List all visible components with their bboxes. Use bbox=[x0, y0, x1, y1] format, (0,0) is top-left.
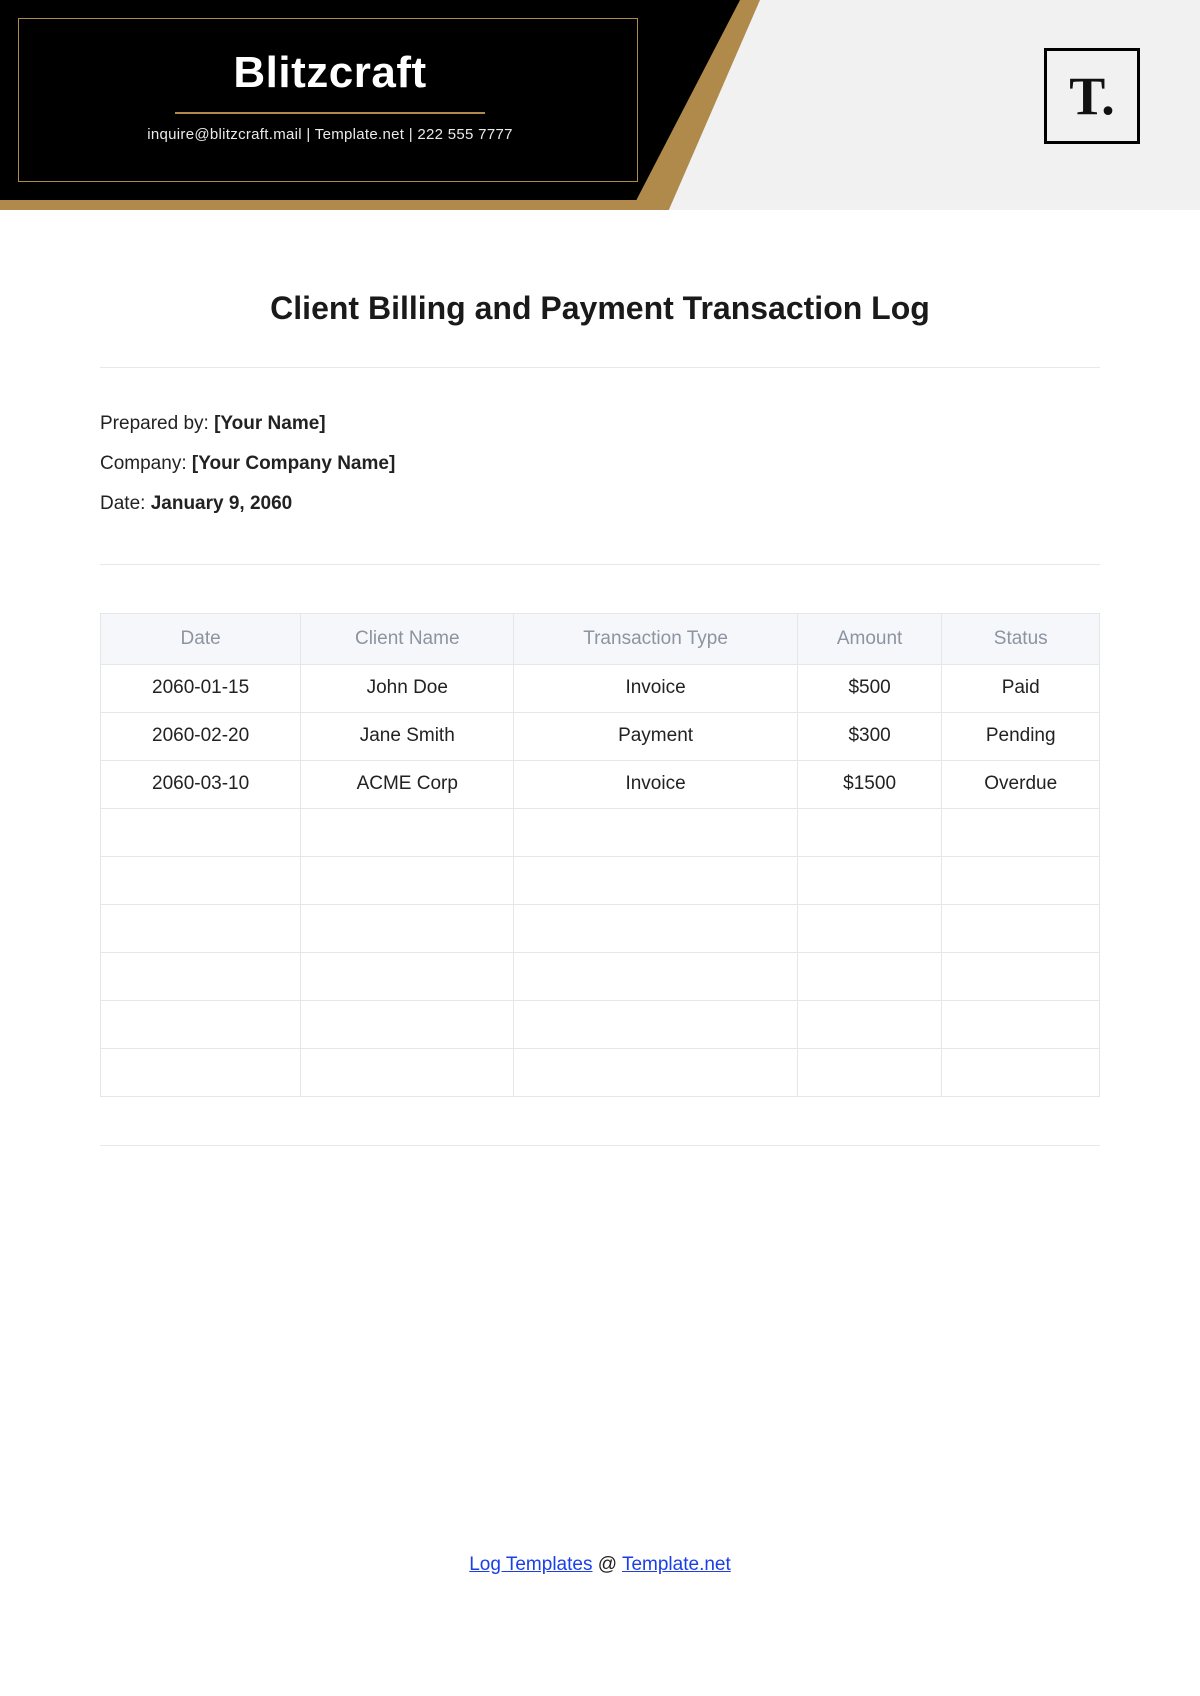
table-cell bbox=[101, 1000, 301, 1048]
meta-label: Company: bbox=[100, 453, 192, 474]
divider bbox=[100, 564, 1100, 565]
table-cell bbox=[514, 1048, 797, 1096]
table-row bbox=[101, 1048, 1100, 1096]
table-cell: ACME Corp bbox=[301, 760, 514, 808]
table-cell: 2060-02-20 bbox=[101, 712, 301, 760]
meta-date: Date: January 9, 2060 bbox=[100, 484, 1100, 524]
divider bbox=[100, 1145, 1100, 1146]
table-cell bbox=[942, 1000, 1100, 1048]
table-cell bbox=[301, 808, 514, 856]
transaction-table-wrap: Date Client Name Transaction Type Amount… bbox=[100, 613, 1100, 1097]
brand-block: Blitzcraft inquire@blitzcraft.mail | Tem… bbox=[0, 48, 660, 143]
table-cell bbox=[797, 856, 942, 904]
table-cell bbox=[797, 904, 942, 952]
col-client: Client Name bbox=[301, 613, 514, 664]
table-row bbox=[101, 952, 1100, 1000]
brand-name: Blitzcraft bbox=[0, 48, 660, 98]
table-cell: $300 bbox=[797, 712, 942, 760]
meta-prepared-by: Prepared by: [Your Name] bbox=[100, 404, 1100, 444]
table-row: 2060-01-15John DoeInvoice$500Paid bbox=[101, 664, 1100, 712]
table-cell: 2060-03-10 bbox=[101, 760, 301, 808]
col-amount: Amount bbox=[797, 613, 942, 664]
table-cell: Paid bbox=[942, 664, 1100, 712]
table-row bbox=[101, 1000, 1100, 1048]
footer-link-template-net[interactable]: Template.net bbox=[622, 1554, 731, 1575]
table-cell bbox=[514, 904, 797, 952]
table-cell: Payment bbox=[514, 712, 797, 760]
brand-contact: inquire@blitzcraft.mail | Template.net |… bbox=[0, 126, 660, 143]
table-cell bbox=[797, 1048, 942, 1096]
table-cell bbox=[942, 1048, 1100, 1096]
table-cell bbox=[514, 1000, 797, 1048]
brand-divider bbox=[175, 112, 485, 114]
meta-label: Prepared by: bbox=[100, 413, 214, 434]
table-cell bbox=[514, 808, 797, 856]
template-logo-icon: T. bbox=[1044, 48, 1140, 144]
table-cell bbox=[301, 952, 514, 1000]
table-cell: Pending bbox=[942, 712, 1100, 760]
table-cell bbox=[101, 856, 301, 904]
document-header: Blitzcraft inquire@blitzcraft.mail | Tem… bbox=[0, 0, 1200, 210]
table-cell bbox=[101, 1048, 301, 1096]
footer: Log Templates @ Template.net bbox=[0, 1554, 1200, 1576]
table-row: 2060-03-10ACME CorpInvoice$1500Overdue bbox=[101, 760, 1100, 808]
table-cell: $500 bbox=[797, 664, 942, 712]
table-cell bbox=[514, 952, 797, 1000]
meta-company: Company: [Your Company Name] bbox=[100, 444, 1100, 484]
col-status: Status bbox=[942, 613, 1100, 664]
table-cell bbox=[301, 1000, 514, 1048]
col-date: Date bbox=[101, 613, 301, 664]
footer-link-log-templates[interactable]: Log Templates bbox=[469, 1554, 592, 1575]
table-cell bbox=[942, 952, 1100, 1000]
meta-value: [Your Company Name] bbox=[192, 453, 395, 474]
table-cell bbox=[101, 952, 301, 1000]
meta-value: [Your Name] bbox=[214, 413, 326, 434]
table-cell bbox=[797, 1000, 942, 1048]
table-row bbox=[101, 808, 1100, 856]
table-cell: 2060-01-15 bbox=[101, 664, 301, 712]
table-cell: Jane Smith bbox=[301, 712, 514, 760]
table-cell: $1500 bbox=[797, 760, 942, 808]
col-type: Transaction Type bbox=[514, 613, 797, 664]
table-cell bbox=[301, 1048, 514, 1096]
table-cell bbox=[301, 856, 514, 904]
table-cell bbox=[942, 808, 1100, 856]
logo-text: T. bbox=[1069, 69, 1115, 123]
table-cell bbox=[514, 856, 797, 904]
table-row bbox=[101, 856, 1100, 904]
table-cell: Invoice bbox=[514, 664, 797, 712]
table-cell bbox=[942, 904, 1100, 952]
table-cell bbox=[797, 952, 942, 1000]
table-cell: Overdue bbox=[942, 760, 1100, 808]
meta-block: Prepared by: [Your Name] Company: [Your … bbox=[100, 368, 1100, 564]
table-cell bbox=[101, 808, 301, 856]
table-cell bbox=[942, 856, 1100, 904]
meta-label: Date: bbox=[100, 493, 151, 514]
page-title: Client Billing and Payment Transaction L… bbox=[100, 290, 1100, 327]
transaction-table: Date Client Name Transaction Type Amount… bbox=[100, 613, 1100, 1097]
table-cell bbox=[797, 808, 942, 856]
table-cell: John Doe bbox=[301, 664, 514, 712]
table-row bbox=[101, 904, 1100, 952]
table-header-row: Date Client Name Transaction Type Amount… bbox=[101, 613, 1100, 664]
table-cell: Invoice bbox=[514, 760, 797, 808]
table-cell bbox=[301, 904, 514, 952]
meta-value: January 9, 2060 bbox=[151, 493, 293, 514]
footer-sep: @ bbox=[592, 1554, 622, 1575]
document-body: Client Billing and Payment Transaction L… bbox=[0, 210, 1200, 1146]
table-row: 2060-02-20Jane SmithPayment$300Pending bbox=[101, 712, 1100, 760]
table-cell bbox=[101, 904, 301, 952]
